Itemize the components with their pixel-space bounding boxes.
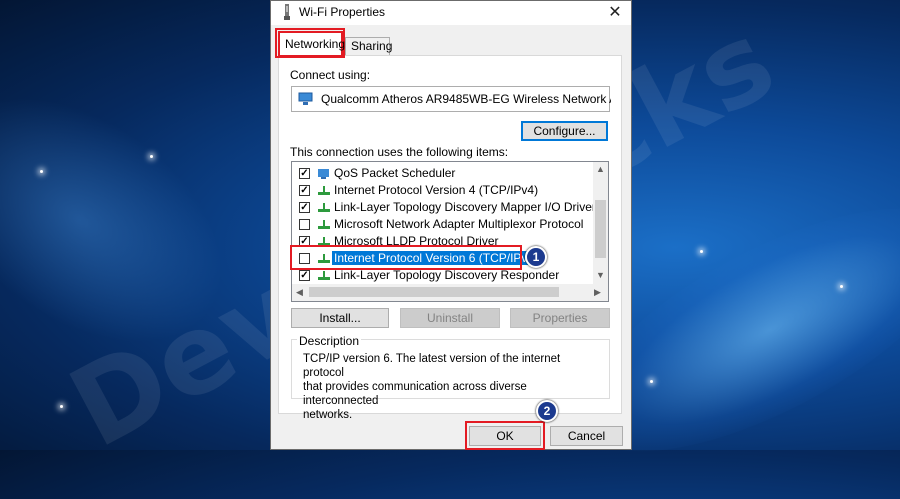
ok-button[interactable]: OK bbox=[469, 426, 541, 446]
adapter-name: Qualcomm Atheros AR9485WB-EG Wireless Ne… bbox=[321, 92, 611, 106]
wallpaper-star bbox=[700, 250, 703, 253]
wallpaper-star bbox=[650, 380, 653, 383]
close-button[interactable]: ✕ bbox=[605, 3, 625, 23]
description-text: TCP/IP version 6. The latest version of … bbox=[303, 352, 603, 422]
title-bar: Wi-Fi Properties ✕ bbox=[271, 1, 631, 25]
item-checkbox[interactable]: ✓ bbox=[299, 236, 310, 247]
window-title: Wi-Fi Properties bbox=[299, 5, 386, 19]
protocol-icon bbox=[318, 237, 330, 246]
connection-items-list[interactable]: ✓ QoS Packet Scheduler ✓ Internet Protoc… bbox=[291, 161, 609, 302]
list-item-selected[interactable]: Internet Protocol Version 6 (TCP/IPv6) bbox=[292, 250, 594, 267]
protocol-icon bbox=[318, 186, 330, 195]
scroll-left-icon[interactable]: ◀ bbox=[296, 287, 303, 298]
wifi-properties-dialog: Wi-Fi Properties ✕ Networking Sharing Co… bbox=[270, 0, 632, 450]
adapter-field: Qualcomm Atheros AR9485WB-EG Wireless Ne… bbox=[291, 86, 611, 112]
wallpaper-star bbox=[150, 155, 153, 158]
item-label: QoS Packet Scheduler bbox=[334, 166, 456, 180]
description-line: that provides communication across diver… bbox=[303, 381, 527, 407]
list-item[interactable]: ✓ QoS Packet Scheduler bbox=[292, 165, 594, 182]
install-button[interactable]: Install... bbox=[291, 308, 389, 328]
item-label: Link-Layer Topology Discovery Responder bbox=[334, 268, 560, 282]
scrollbar-thumb[interactable] bbox=[309, 287, 559, 297]
list-item[interactable]: ✓ Link-Layer Topology Discovery Mapper I… bbox=[292, 199, 596, 216]
list-item[interactable]: Microsoft Network Adapter Multiplexor Pr… bbox=[292, 216, 594, 233]
cancel-button[interactable]: Cancel bbox=[550, 426, 623, 446]
list-item[interactable]: ✓ Internet Protocol Version 4 (TCP/IPv4) bbox=[292, 182, 594, 199]
list-item[interactable]: ✓ Microsoft LLDP Protocol Driver bbox=[292, 233, 594, 250]
wallpaper-star bbox=[40, 170, 43, 173]
uninstall-button[interactable]: Uninstall bbox=[400, 308, 500, 328]
wallpaper-star bbox=[840, 285, 843, 288]
vertical-scrollbar[interactable]: ▲ ▼ bbox=[593, 162, 608, 284]
item-checkbox[interactable] bbox=[299, 253, 310, 264]
scroll-right-icon[interactable]: ▶ bbox=[594, 287, 601, 298]
item-checkbox[interactable]: ✓ bbox=[299, 270, 310, 281]
callout-badge-1: 1 bbox=[525, 246, 547, 268]
wifi-adapter-icon bbox=[284, 4, 290, 20]
properties-button[interactable]: Properties bbox=[510, 308, 610, 328]
wallpaper-star bbox=[60, 405, 63, 408]
protocol-icon bbox=[318, 254, 330, 263]
network-adapter-icon bbox=[298, 92, 313, 105]
item-label: Internet Protocol Version 4 (TCP/IPv4) bbox=[334, 183, 539, 197]
item-label: Microsoft LLDP Protocol Driver bbox=[334, 234, 499, 248]
scroll-down-icon[interactable]: ▼ bbox=[596, 270, 605, 280]
scroll-up-icon[interactable]: ▲ bbox=[596, 164, 605, 174]
scrollbar-thumb[interactable] bbox=[595, 200, 606, 258]
list-item[interactable]: ✓ Link-Layer Topology Discovery Responde… bbox=[292, 267, 594, 284]
tab-sharing[interactable]: Sharing bbox=[345, 37, 392, 55]
item-checkbox[interactable] bbox=[299, 219, 310, 230]
item-label: Link-Layer Topology Discovery Mapper I/O… bbox=[334, 200, 596, 214]
items-label: This connection uses the following items… bbox=[290, 145, 509, 159]
item-checkbox[interactable]: ✓ bbox=[299, 185, 310, 196]
protocol-icon bbox=[318, 203, 330, 212]
item-checkbox[interactable]: ✓ bbox=[299, 168, 310, 179]
description-line: TCP/IP version 6. The latest version of … bbox=[303, 353, 561, 379]
protocol-icon bbox=[318, 220, 330, 229]
horizontal-scrollbar[interactable]: ◀ ▶ bbox=[292, 284, 608, 301]
tab-networking[interactable]: Networking bbox=[278, 31, 345, 57]
callout-badge-2: 2 bbox=[536, 400, 558, 422]
protocol-icon bbox=[318, 271, 330, 280]
wallpaper-light-streak bbox=[0, 46, 269, 394]
description-legend: Description bbox=[297, 334, 362, 348]
description-line: networks. bbox=[303, 409, 353, 421]
connect-using-label: Connect using: bbox=[290, 68, 371, 82]
item-label: Internet Protocol Version 6 (TCP/IPv6) bbox=[330, 250, 542, 266]
item-checkbox[interactable]: ✓ bbox=[299, 202, 310, 213]
qos-icon bbox=[318, 169, 329, 179]
configure-button[interactable]: Configure... bbox=[521, 121, 608, 141]
item-label: Microsoft Network Adapter Multiplexor Pr… bbox=[334, 217, 584, 231]
